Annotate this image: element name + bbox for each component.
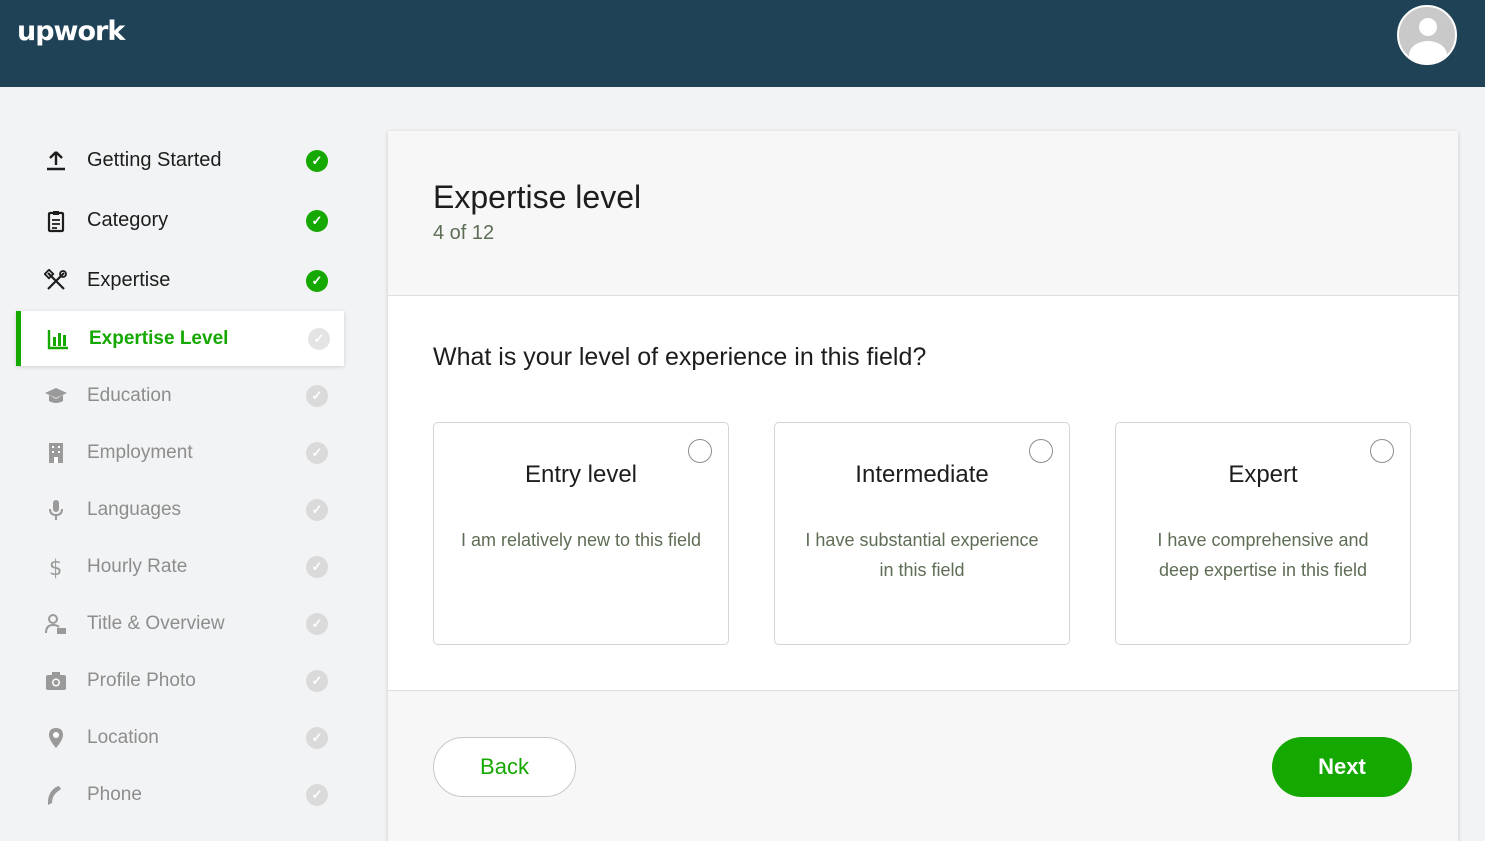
check-circle-icon: ✓ — [306, 149, 328, 172]
expertise-level-card: Expertise level 4 of 12 What is your lev… — [388, 131, 1458, 841]
check-circle-icon: ✓ — [306, 726, 328, 749]
sidebar-item-getting-started[interactable]: Getting Started ✓ — [16, 133, 344, 188]
option-entry-level[interactable]: Entry level I am relatively new to this … — [433, 422, 729, 645]
sidebar-item-label: Location — [87, 726, 159, 748]
next-button[interactable]: Next — [1272, 737, 1412, 797]
sidebar-item-label: Expertise Level — [89, 327, 229, 349]
svg-text:$: $ — [49, 556, 62, 579]
sidebar-item-label: Getting Started — [87, 149, 222, 171]
avatar-head — [1419, 18, 1437, 36]
page-title: Expertise level — [433, 179, 642, 215]
sidebar-item-label: Title & Overview — [87, 612, 225, 634]
sidebar-item-label: Phone — [87, 783, 142, 805]
option-description: I have substantial experience in this fi… — [805, 530, 1039, 580]
option-description: I am relatively new to this field — [460, 530, 702, 550]
radio-button[interactable] — [1370, 439, 1394, 463]
clipboard-icon — [44, 209, 68, 233]
check-circle-icon: ✓ — [308, 327, 330, 350]
phone-icon — [44, 783, 68, 807]
option-title: Entry level — [524, 461, 638, 488]
microphone-icon — [44, 498, 68, 522]
sidebar-item-title-overview[interactable]: Title & Overview ✓ — [16, 596, 344, 651]
sidebar-item-profile-photo[interactable]: Profile Photo ✓ — [16, 653, 344, 708]
building-icon — [44, 441, 68, 465]
option-expert[interactable]: Expert I have comprehensive and deep exp… — [1115, 422, 1411, 645]
tools-icon — [44, 268, 68, 293]
user-edit-icon — [44, 612, 68, 636]
sidebar-item-expertise-level[interactable]: Expertise Level ✓ — [16, 311, 344, 366]
sidebar-item-label: Expertise — [87, 269, 171, 291]
sidebar-item-label: Employment — [87, 441, 193, 463]
sidebar-item-hourly-rate[interactable]: $ Hourly Rate ✓ — [16, 539, 344, 594]
card-header: Expertise level 4 of 12 — [388, 131, 1458, 296]
sidebar-item-employment[interactable]: Employment ✓ — [16, 425, 344, 480]
camera-icon — [44, 669, 68, 693]
avatar-body — [1409, 41, 1447, 63]
sidebar-item-education[interactable]: Education ✓ — [16, 368, 344, 423]
sidebar-item-expertise[interactable]: Expertise ✓ — [16, 253, 344, 308]
top-header: upwork — [0, 0, 1485, 87]
card-footer: Back Next — [388, 690, 1458, 841]
option-description: I have comprehensive and deep expertise … — [1157, 530, 1369, 580]
sidebar-item-label: Hourly Rate — [87, 555, 188, 577]
back-button[interactable]: Back — [433, 737, 576, 797]
check-circle-icon: ✓ — [306, 441, 328, 464]
option-title: Expert — [1228, 461, 1298, 488]
check-circle-icon: ✓ — [306, 783, 328, 806]
sidebar-item-phone[interactable]: Phone ✓ — [16, 767, 344, 822]
check-circle-icon: ✓ — [306, 612, 328, 635]
step-counter: 4 of 12 — [433, 222, 495, 244]
sidebar-item-label: Education — [87, 384, 172, 406]
option-intermediate[interactable]: Intermediate I have substantial experien… — [774, 422, 1070, 645]
radio-button[interactable] — [688, 439, 712, 463]
sidebar-item-label: Profile Photo — [87, 669, 196, 691]
dollar-icon: $ — [44, 555, 68, 579]
check-circle-icon: ✓ — [306, 498, 328, 521]
upwork-logo[interactable]: upwork — [17, 16, 125, 47]
option-title: Intermediate — [855, 461, 989, 488]
question-text: What is your level of experience in this… — [433, 343, 927, 371]
graduation-cap-icon — [44, 384, 68, 408]
check-circle-icon: ✓ — [306, 384, 328, 407]
sidebar-item-location[interactable]: Location ✓ — [16, 710, 344, 765]
bar-chart-icon — [46, 327, 70, 351]
radio-button[interactable] — [1029, 439, 1053, 463]
map-pin-icon — [44, 726, 68, 750]
sidebar-item-languages[interactable]: Languages ✓ — [16, 482, 344, 537]
check-circle-icon: ✓ — [306, 209, 328, 232]
check-circle-icon: ✓ — [306, 269, 328, 292]
sidebar-item-label: Languages — [87, 498, 182, 520]
sidebar-item-label: Category — [87, 209, 169, 231]
check-circle-icon: ✓ — [306, 555, 328, 578]
check-circle-icon: ✓ — [306, 669, 328, 692]
user-avatar-icon[interactable] — [1397, 5, 1457, 65]
sidebar-item-category[interactable]: Category ✓ — [16, 193, 344, 248]
upload-icon — [44, 149, 68, 173]
